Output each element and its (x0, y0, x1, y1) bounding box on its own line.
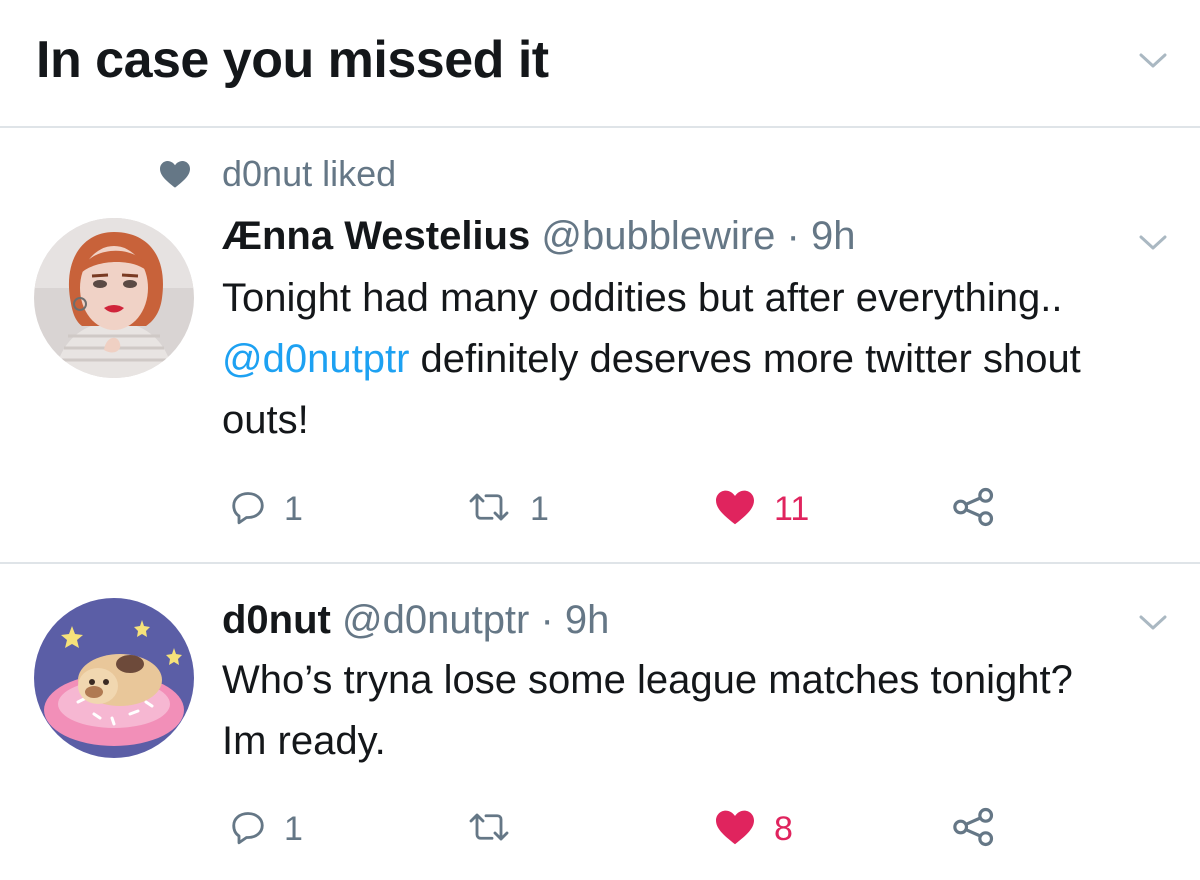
chevron-down-icon[interactable] (1138, 50, 1168, 70)
social-context-label: d0nut liked (222, 153, 397, 194)
mention-link[interactable]: @d0nutptr (222, 337, 409, 381)
separator-dot: · (786, 214, 811, 258)
reply-button[interactable]: 1 (230, 804, 303, 854)
heart-filled-icon (714, 808, 756, 851)
retweet-button[interactable] (466, 804, 512, 854)
user-handle[interactable]: @d0nutptr (342, 598, 541, 642)
tweet-actions: 1 1 11 (222, 484, 1022, 534)
divider (0, 126, 1200, 128)
tweet-text-part: Tonight had many oddities but after ever… (222, 276, 1063, 320)
share-button[interactable] (952, 804, 996, 854)
tweet-header: Ænna Westelius @bubblewire · 9h (222, 214, 855, 259)
display-name[interactable]: d0nut (222, 598, 342, 642)
reply-count: 1 (284, 809, 303, 848)
tweet-actions: 1 8 (222, 804, 1022, 854)
tweet-header: d0nut @d0nutptr · 9h (222, 598, 609, 643)
like-count: 11 (774, 489, 810, 528)
retweet-button[interactable]: 1 (466, 484, 549, 534)
separator-dot: · (540, 598, 565, 642)
user-handle[interactable]: @bubblewire (541, 214, 786, 258)
display-name[interactable]: Ænna Westelius (222, 214, 541, 258)
tweet-text: Who’s tryna lose some league matches ton… (222, 658, 1073, 763)
retweet-icon (466, 489, 512, 530)
heart-icon (158, 159, 192, 189)
timestamp[interactable]: 9h (811, 214, 856, 258)
retweet-icon (466, 809, 512, 850)
chevron-down-icon[interactable] (1138, 612, 1168, 632)
reply-icon (230, 489, 266, 530)
reply-button[interactable]: 1 (230, 484, 303, 534)
share-icon (952, 807, 996, 852)
avatar[interactable] (34, 598, 194, 758)
share-button[interactable] (952, 484, 996, 534)
avatar[interactable] (34, 218, 194, 378)
share-icon (952, 487, 996, 532)
tweet-text: Tonight had many oddities but after ever… (222, 268, 1122, 451)
timestamp[interactable]: 9h (565, 598, 610, 642)
chevron-down-icon[interactable] (1138, 232, 1168, 252)
section-title: In case you missed it (36, 31, 549, 89)
reply-count: 1 (284, 489, 303, 528)
divider (0, 562, 1200, 564)
heart-filled-icon (714, 488, 756, 531)
like-count: 8 (774, 809, 793, 848)
section-header: In case you missed it (0, 0, 1200, 126)
reply-icon (230, 809, 266, 850)
social-context: d0nut liked (158, 152, 396, 196)
like-button[interactable]: 8 (714, 804, 793, 854)
like-button[interactable]: 11 (714, 484, 809, 534)
retweet-count: 1 (530, 489, 549, 528)
